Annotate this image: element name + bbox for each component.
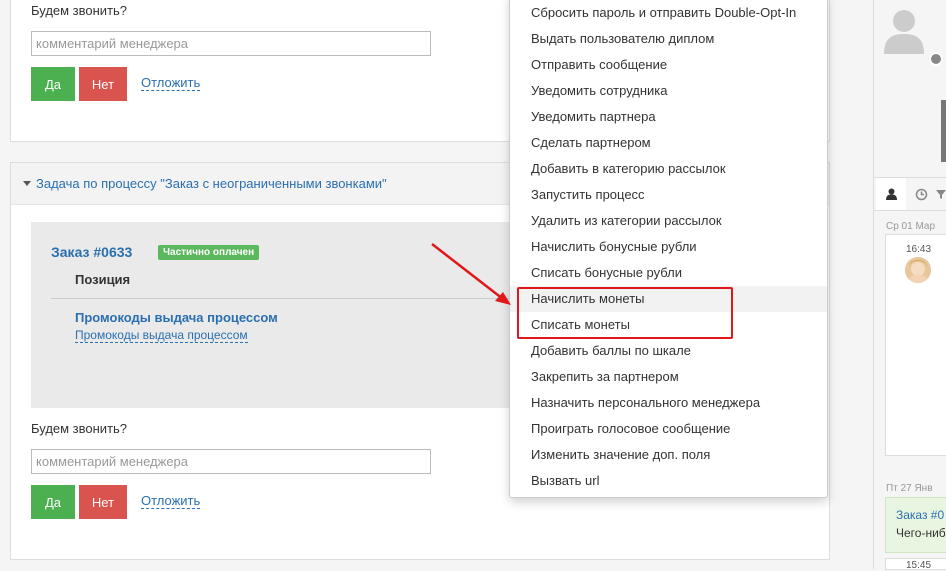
menu-item-credit-bonus-rubles[interactable]: Начислить бонусные рубли (510, 234, 827, 260)
yes-button[interactable]: Да (31, 67, 75, 101)
history-tab-icon[interactable] (906, 178, 936, 210)
menu-item-add-mailing-category[interactable]: Добавить в категорию рассылок (510, 156, 827, 182)
product-name-link[interactable]: Промокоды выдача процессом (75, 310, 278, 325)
menu-item-reset-password[interactable]: Сбросить пароль и отправить Double-Opt-I… (510, 0, 827, 26)
caret-down-icon (23, 181, 31, 187)
menu-item-debit-bonus-rubles[interactable]: Списать бонусные рубли (510, 260, 827, 286)
menu-item-change-extra-field[interactable]: Изменить значение доп. поля (510, 442, 827, 468)
product-sub-link[interactable]: Промокоды выдача процессом (75, 329, 248, 343)
menu-item-start-process[interactable]: Запустить процесс (510, 182, 827, 208)
no-button[interactable]: Нет (79, 67, 127, 101)
divider (51, 298, 531, 299)
manager-comment-input[interactable] (31, 31, 431, 56)
filter-tab-icon[interactable] (936, 178, 946, 210)
menu-item-send-message[interactable]: Отправить сообщение (510, 52, 827, 78)
menu-item-credit-coins[interactable]: Начислить монеты (510, 286, 827, 312)
activity-message-text: Чего-ниб (896, 526, 946, 540)
actions-dropdown-menu: Сбросить пароль и отправить Double-Opt-I… (509, 0, 828, 498)
task-title-link[interactable]: Задача по процессу "Заказ с неограниченн… (23, 176, 387, 191)
sidebar-date-2: Пт 27 Янв (886, 483, 933, 494)
yes-button-2[interactable]: Да (31, 485, 75, 519)
menu-item-notify-partner[interactable]: Уведомить партнера (510, 104, 827, 130)
activity-order-link[interactable]: Заказ #0 (896, 508, 944, 522)
menu-item-add-scale-points[interactable]: Добавить баллы по шкале (510, 338, 827, 364)
manager-avatar (905, 257, 931, 283)
call-question-label: Будем звонить? (31, 3, 128, 18)
activity-time-1: 16:43 (906, 244, 932, 255)
menu-item-make-partner[interactable]: Сделать партнером (510, 130, 827, 156)
call-question-label-2: Будем звонить? (31, 421, 128, 436)
menu-item-notify-employee[interactable]: Уведомить сотрудника (510, 78, 827, 104)
order-box: Заказ #0633 Частично оплачен Позиция Про… (31, 222, 531, 408)
order-title-link[interactable]: Заказ #0633 (51, 244, 132, 260)
postpone-link-2[interactable]: Отложить (141, 493, 201, 509)
menu-item-assign-to-partner[interactable]: Закрепить за партнером (510, 364, 827, 390)
task-title-text: Задача по процессу "Заказ с неограниченн… (36, 176, 387, 191)
menu-item-play-voice-message[interactable]: Проиграть голосовое сообщение (510, 416, 827, 442)
status-dot-icon (929, 52, 943, 66)
sidebar-tabs (874, 177, 946, 211)
status-badge: Частично оплачен (158, 245, 260, 260)
sidebar-date-1: Ср 01 Мар (886, 221, 936, 232)
menu-item-remove-mailing-category[interactable]: Удалить из категории рассылок (510, 208, 827, 234)
menu-item-debit-coins[interactable]: Списать монеты (510, 312, 827, 338)
activity-time-2: 15:45 (906, 560, 932, 571)
menu-item-issue-diploma[interactable]: Выдать пользователю диплом (510, 26, 827, 52)
no-button-2[interactable]: Нет (79, 485, 127, 519)
user-avatar-icon (884, 10, 924, 54)
manager-comment-input-2[interactable] (31, 449, 431, 474)
sidebar-edge-strip (941, 100, 946, 162)
menu-item-assign-personal-manager[interactable]: Назначить персонального менеджера (510, 390, 827, 416)
user-tab-icon[interactable] (876, 178, 906, 210)
menu-item-call-url[interactable]: Вызвать url (510, 468, 827, 494)
postpone-link[interactable]: Отложить (141, 75, 201, 91)
position-column-header: Позиция (75, 272, 131, 287)
